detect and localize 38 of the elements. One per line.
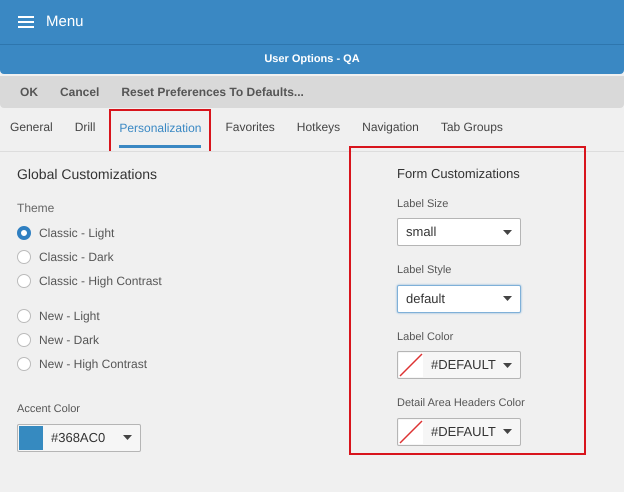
dropdown[interactable]: small: [397, 218, 521, 246]
color-dropdown[interactable]: #DEFAULT: [397, 351, 521, 379]
caret-icon: [503, 296, 512, 301]
theme-radio[interactable]: Classic - Dark: [17, 249, 349, 264]
field-label: Label Size: [397, 196, 450, 212]
caret-icon: [503, 429, 512, 434]
accent-color-label: Accent Color: [17, 402, 81, 417]
theme-label: Theme: [17, 200, 56, 217]
accent-color-dropdown[interactable]: #368AC0: [17, 424, 141, 452]
section-title: Form Customizations: [397, 165, 521, 183]
theme-radio[interactable]: New - Dark: [17, 332, 349, 347]
menu-label[interactable]: Menu: [46, 10, 84, 34]
section-title: Global Customizations: [17, 165, 158, 184]
no-color-swatch-icon: [399, 353, 423, 377]
theme-radio[interactable]: Classic - Light: [17, 225, 349, 240]
toolbar-button[interactable]: Cancel: [52, 83, 108, 101]
tab[interactable]: Tab Groups: [432, 109, 511, 151]
no-color-swatch-icon: [399, 420, 423, 444]
tab[interactable]: Drill: [66, 109, 104, 151]
tab[interactable]: Hotkeys: [288, 109, 348, 151]
caret-icon: [503, 362, 512, 368]
toolbar-button[interactable]: OK: [12, 83, 46, 101]
dialog-title: User Options - QA: [264, 52, 360, 68]
field-label: Label Color: [397, 330, 454, 344]
dropdown[interactable]: default: [397, 284, 521, 312]
theme-radio[interactable]: Classic - High Contrast: [17, 273, 349, 288]
tab[interactable]: Favorites: [217, 109, 283, 151]
toolbar-button[interactable]: Reset Preferences To Defaults...: [113, 83, 312, 101]
caret-icon: [503, 230, 512, 234]
tab[interactable]: Navigation: [354, 109, 427, 151]
color-dropdown[interactable]: #DEFAULT: [397, 418, 521, 446]
theme-radio[interactable]: New - Light: [17, 308, 349, 323]
theme-radio[interactable]: New - High Contrast: [17, 356, 349, 371]
menu-icon[interactable]: [18, 16, 34, 28]
caret-icon: [123, 435, 132, 440]
field-label: Label Style: [397, 263, 452, 278]
field-label: Detail Area Headers Color: [397, 396, 526, 411]
tab[interactable]: General: [2, 109, 61, 151]
